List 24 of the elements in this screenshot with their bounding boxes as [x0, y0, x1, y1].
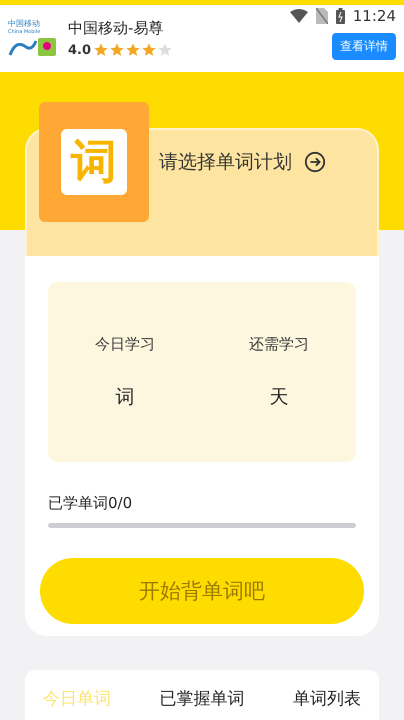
- no-sim-icon: [316, 8, 328, 24]
- brand-text: 中国移动: [8, 20, 41, 28]
- app-logo-icon: [8, 37, 56, 57]
- book-icon-text: 词: [61, 129, 127, 195]
- battery-icon: [336, 8, 345, 24]
- stat-value: 词: [116, 384, 134, 410]
- star-icon: [157, 42, 174, 58]
- tab[interactable]: 已掌握单词: [160, 686, 244, 710]
- star-icon: [93, 42, 110, 58]
- status-time: 11:24: [352, 7, 396, 25]
- arrow-right-icon: [304, 151, 326, 173]
- tab[interactable]: 单词列表: [293, 686, 361, 710]
- star-icon: [125, 42, 142, 58]
- stat-value: 天: [270, 384, 288, 410]
- plan-header[interactable]: 词 请选择单词计划: [25, 102, 379, 256]
- ad-title: 中国移动-易尊: [68, 19, 164, 38]
- star-icon: [141, 42, 158, 58]
- stat-label: 还需学习: [249, 334, 309, 354]
- star-icon: [109, 42, 126, 58]
- rating-value: 4.0: [68, 42, 92, 58]
- wifi-icon: [290, 9, 308, 23]
- plan-title: 请选择单词计划: [159, 150, 292, 175]
- stat-label: 今日学习: [95, 334, 155, 354]
- progress-label: 已学单词0/0: [48, 494, 134, 513]
